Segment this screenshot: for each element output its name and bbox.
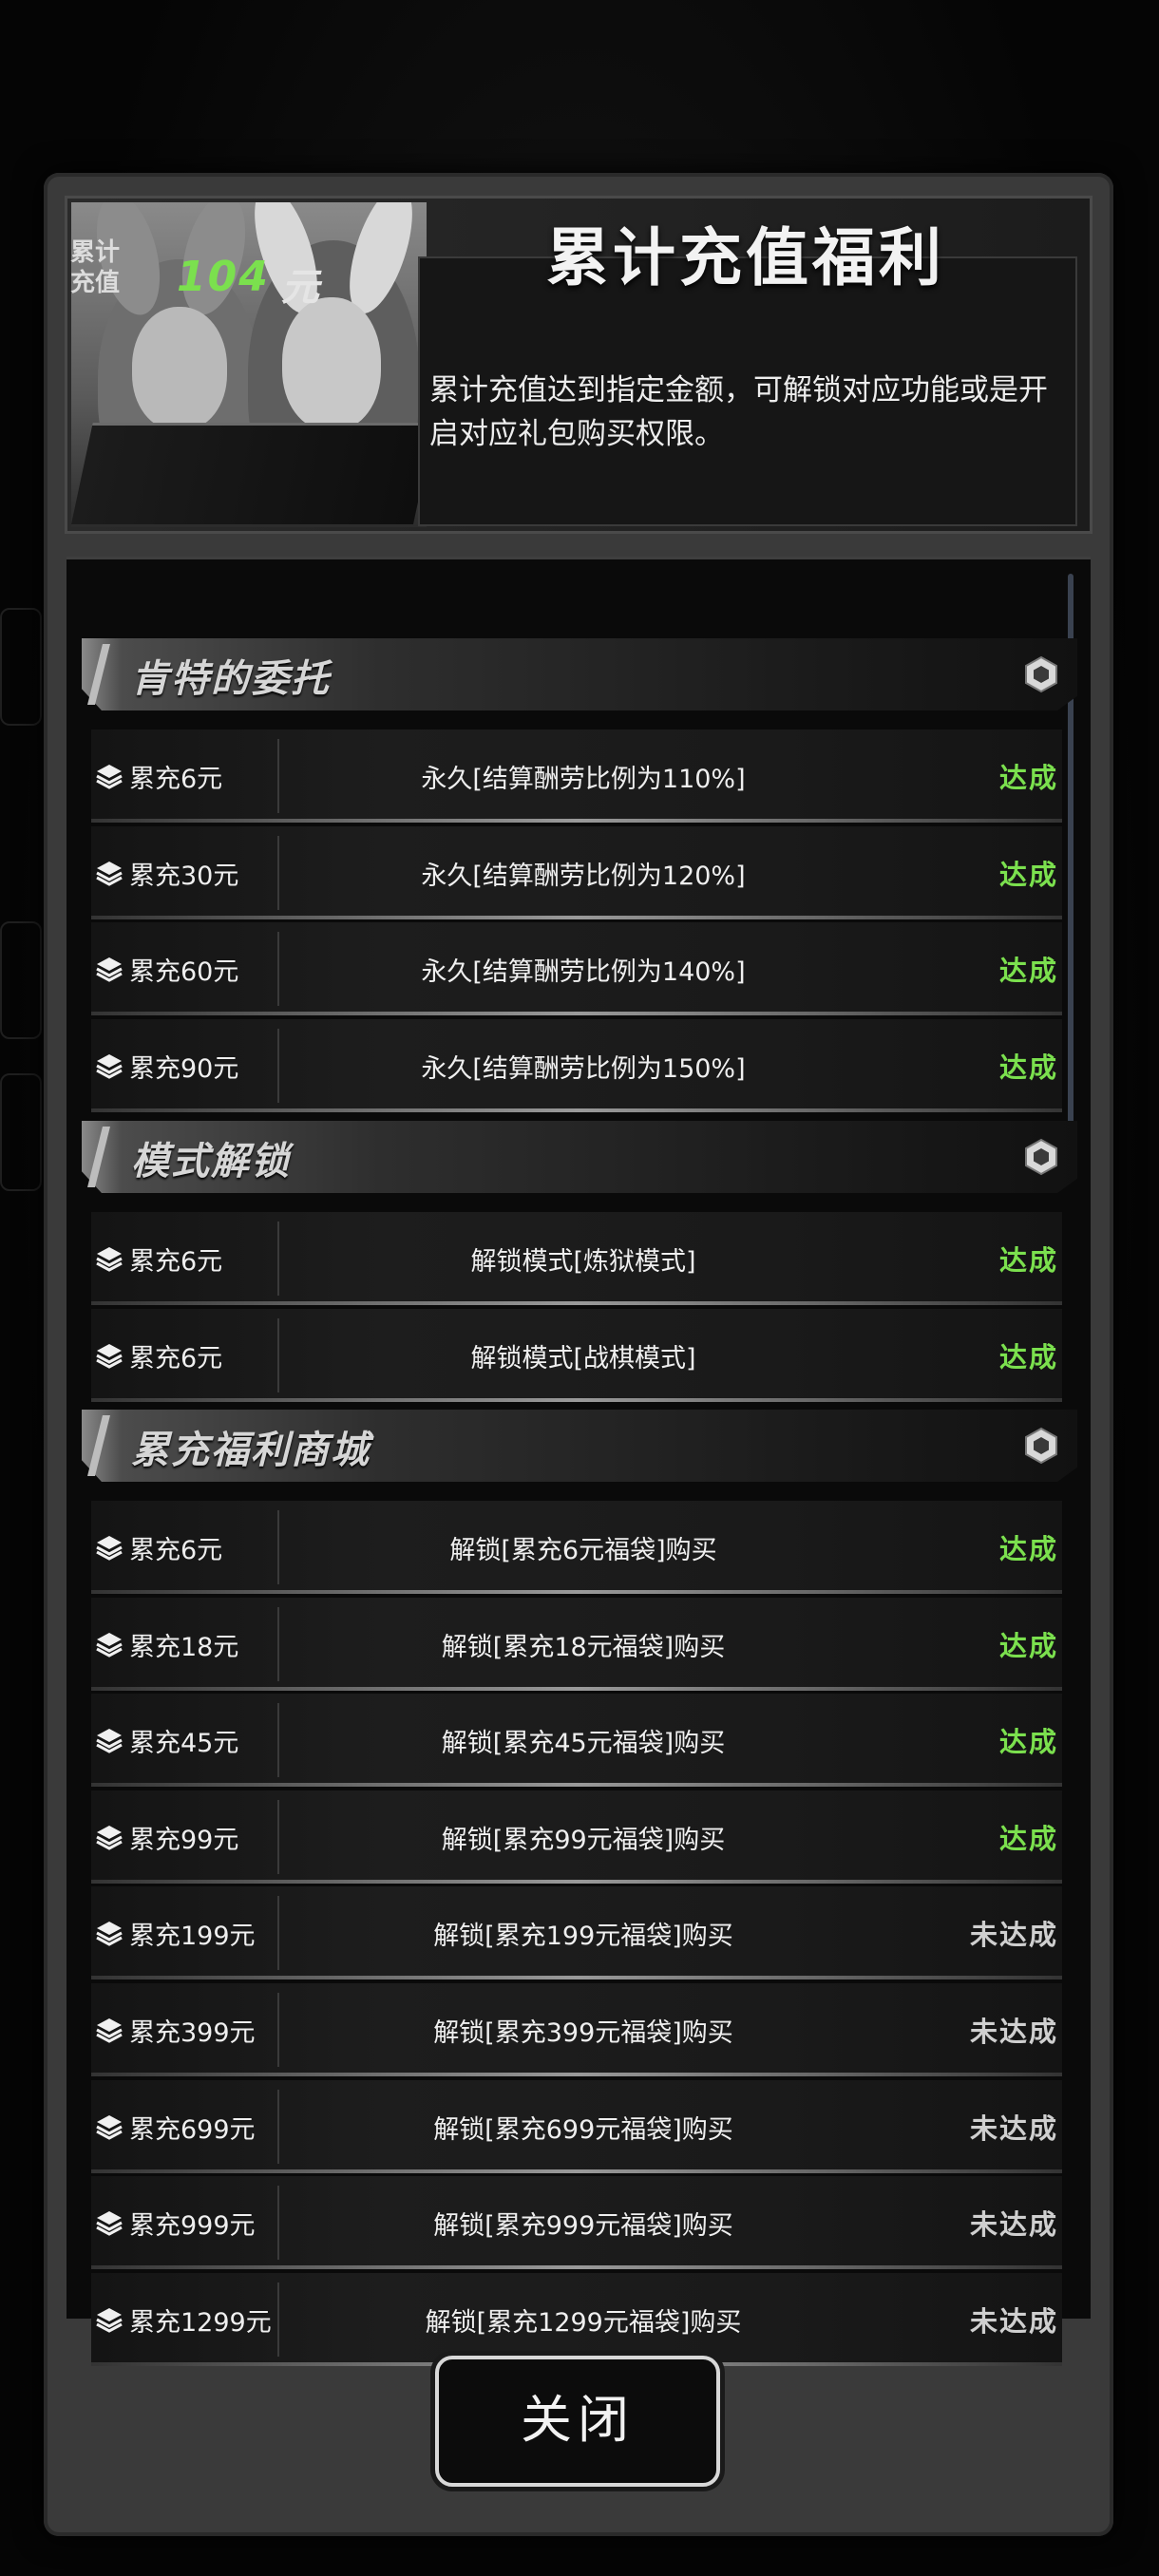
- close-button[interactable]: 关闭: [435, 2356, 720, 2487]
- row-description: 解锁[累充6元福袋]购买: [449, 1536, 717, 1565]
- row-status: 达成: [998, 1340, 1058, 1373]
- reward-row: 累充1299元 解锁[累充1299元福袋]购买 未达成: [91, 2272, 1062, 2366]
- background-shape: [0, 608, 42, 726]
- row-amount: 累充999元: [129, 2211, 256, 2242]
- section-title: 肯特的委托: [131, 657, 331, 701]
- row-status: 达成: [998, 1726, 1058, 1759]
- section-title: 累充福利商城: [131, 1429, 370, 1472]
- row-description: 解锁[累充99元福袋]购买: [441, 1825, 726, 1855]
- row-amount: 累充18元: [129, 1632, 239, 1662]
- row-amount: 累充6元: [129, 1247, 223, 1277]
- reward-row: 累充199元 解锁[累充199元福袋]购买 未达成: [91, 1886, 1062, 1980]
- reward-row: 累充45元 解锁[累充45元福袋]购买 达成: [91, 1694, 1062, 1788]
- layers-icon: [96, 1729, 123, 1753]
- row-description: 解锁[累充45元福袋]购买: [441, 1729, 726, 1759]
- row-description: 永久[结算酬劳比例为120%]: [421, 861, 746, 891]
- layers-icon: [96, 765, 123, 789]
- row-description: 解锁[累充1299元福袋]购买: [425, 2307, 742, 2338]
- hexagon-icon: [1025, 1138, 1057, 1176]
- row-amount: 累充399元: [129, 2018, 256, 2048]
- row-status: 达成: [998, 1629, 1058, 1662]
- row-description: 永久[结算酬劳比例为110%]: [421, 765, 746, 794]
- layers-icon: [96, 2114, 123, 2140]
- row-description: 永久[结算酬劳比例为140%]: [421, 957, 746, 988]
- row-status: 未达成: [969, 2016, 1058, 2048]
- row-status: 达成: [998, 762, 1058, 794]
- layers-icon: [96, 1053, 123, 1079]
- section-header: 累充福利商城: [82, 1410, 1077, 1482]
- reward-row: 累充99元 解锁[累充99元福袋]购买 达成: [91, 1790, 1062, 1884]
- page-description: 累计充值达到指定金额，可解锁对应功能或是开启对应礼包购买权限。: [429, 373, 1048, 451]
- layers-icon: [96, 1247, 123, 1272]
- row-amount: 累充6元: [129, 765, 223, 794]
- layers-icon: [96, 1343, 123, 1369]
- layers-icon: [96, 1922, 123, 1947]
- page-title: 累计充值福利: [546, 221, 945, 294]
- reward-row: 累充60元 永久[结算酬劳比例为140%] 达成: [91, 922, 1062, 1016]
- row-amount: 累充60元: [129, 957, 239, 988]
- stat-label-line1: 累计: [69, 238, 120, 267]
- recharge-total-box: [71, 423, 435, 524]
- reward-row: 累充90元 永久[结算酬劳比例为150%] 达成: [91, 1018, 1062, 1112]
- row-description: 解锁[累充399元福袋]购买: [433, 2018, 733, 2048]
- layers-icon: [96, 2018, 123, 2043]
- reward-row: 累充6元 永久[结算酬劳比例为110%] 达成: [91, 729, 1062, 823]
- row-description: 永久[结算酬劳比例为150%]: [421, 1053, 746, 1084]
- section-header: 肯特的委托: [82, 638, 1077, 710]
- reward-row: 累充399元 解锁[累充399元福袋]购买 未达成: [91, 1983, 1062, 2076]
- layers-icon: [96, 1825, 123, 1850]
- row-description: 解锁[累充699元福袋]购买: [433, 2114, 733, 2145]
- row-status: 未达成: [969, 2304, 1058, 2338]
- row-status: 达成: [998, 1533, 1058, 1565]
- section-header: 模式解锁: [82, 1121, 1077, 1193]
- recharge-total-label: 累计 充值: [38, 237, 152, 298]
- row-status: 达成: [998, 955, 1058, 988]
- hexagon-icon: [1025, 1427, 1057, 1465]
- row-amount: 累充30元: [129, 861, 239, 891]
- row-description: 解锁模式[炼狱模式]: [470, 1247, 696, 1277]
- row-description: 解锁[累充199元福袋]购买: [433, 1922, 733, 1952]
- row-status: 达成: [998, 1244, 1058, 1277]
- recharge-total-value: 104: [177, 253, 270, 301]
- reward-row: 累充999元 解锁[累充999元福袋]购买 未达成: [91, 2176, 1062, 2270]
- row-status: 未达成: [969, 2112, 1058, 2145]
- row-status: 未达成: [969, 2208, 1058, 2242]
- background-shape: [0, 921, 42, 1039]
- layers-icon: [96, 1536, 123, 1561]
- section-title: 模式解锁: [131, 1140, 291, 1184]
- reward-row: 累充6元 解锁模式[战棋模式] 达成: [91, 1308, 1062, 1402]
- hexagon-icon: [1025, 655, 1057, 693]
- row-amount: 累充699元: [129, 2114, 256, 2145]
- row-status: 达成: [998, 858, 1058, 891]
- layers-icon: [96, 957, 123, 982]
- layers-icon: [96, 2307, 123, 2333]
- row-status: 未达成: [969, 1919, 1058, 1952]
- reward-row: 累充30元 永久[结算酬劳比例为120%] 达成: [91, 825, 1062, 919]
- row-amount: 累充45元: [129, 1729, 239, 1759]
- layers-icon: [96, 861, 123, 886]
- row-amount: 累充90元: [129, 1053, 239, 1084]
- reward-row: 累充6元 解锁模式[炼狱模式] 达成: [91, 1212, 1062, 1305]
- layers-icon: [96, 2211, 123, 2236]
- row-status: 达成: [998, 1822, 1058, 1855]
- reward-row: 累充6元 解锁[累充6元福袋]购买 达成: [91, 1501, 1062, 1594]
- row-description: 解锁[累充999元福袋]购买: [433, 2211, 733, 2242]
- background-shape: [0, 1073, 42, 1191]
- reward-row: 累充699元 解锁[累充699元福袋]购买 未达成: [91, 2079, 1062, 2173]
- layers-icon: [96, 1632, 123, 1657]
- stat-label-line2: 充值: [69, 269, 120, 297]
- row-amount: 累充6元: [129, 1343, 223, 1373]
- recharge-total-unit: 元: [281, 266, 319, 310]
- row-amount: 累充99元: [129, 1825, 239, 1855]
- row-description: 解锁[累充18元福袋]购买: [441, 1632, 726, 1662]
- row-description: 解锁模式[战棋模式]: [470, 1343, 696, 1373]
- row-amount: 累充199元: [129, 1922, 256, 1952]
- row-amount: 累充6元: [129, 1536, 223, 1565]
- row-amount: 累充1299元: [129, 2307, 272, 2338]
- row-status: 达成: [998, 1051, 1058, 1084]
- reward-row: 累充18元 解锁[累充18元福袋]购买 达成: [91, 1597, 1062, 1691]
